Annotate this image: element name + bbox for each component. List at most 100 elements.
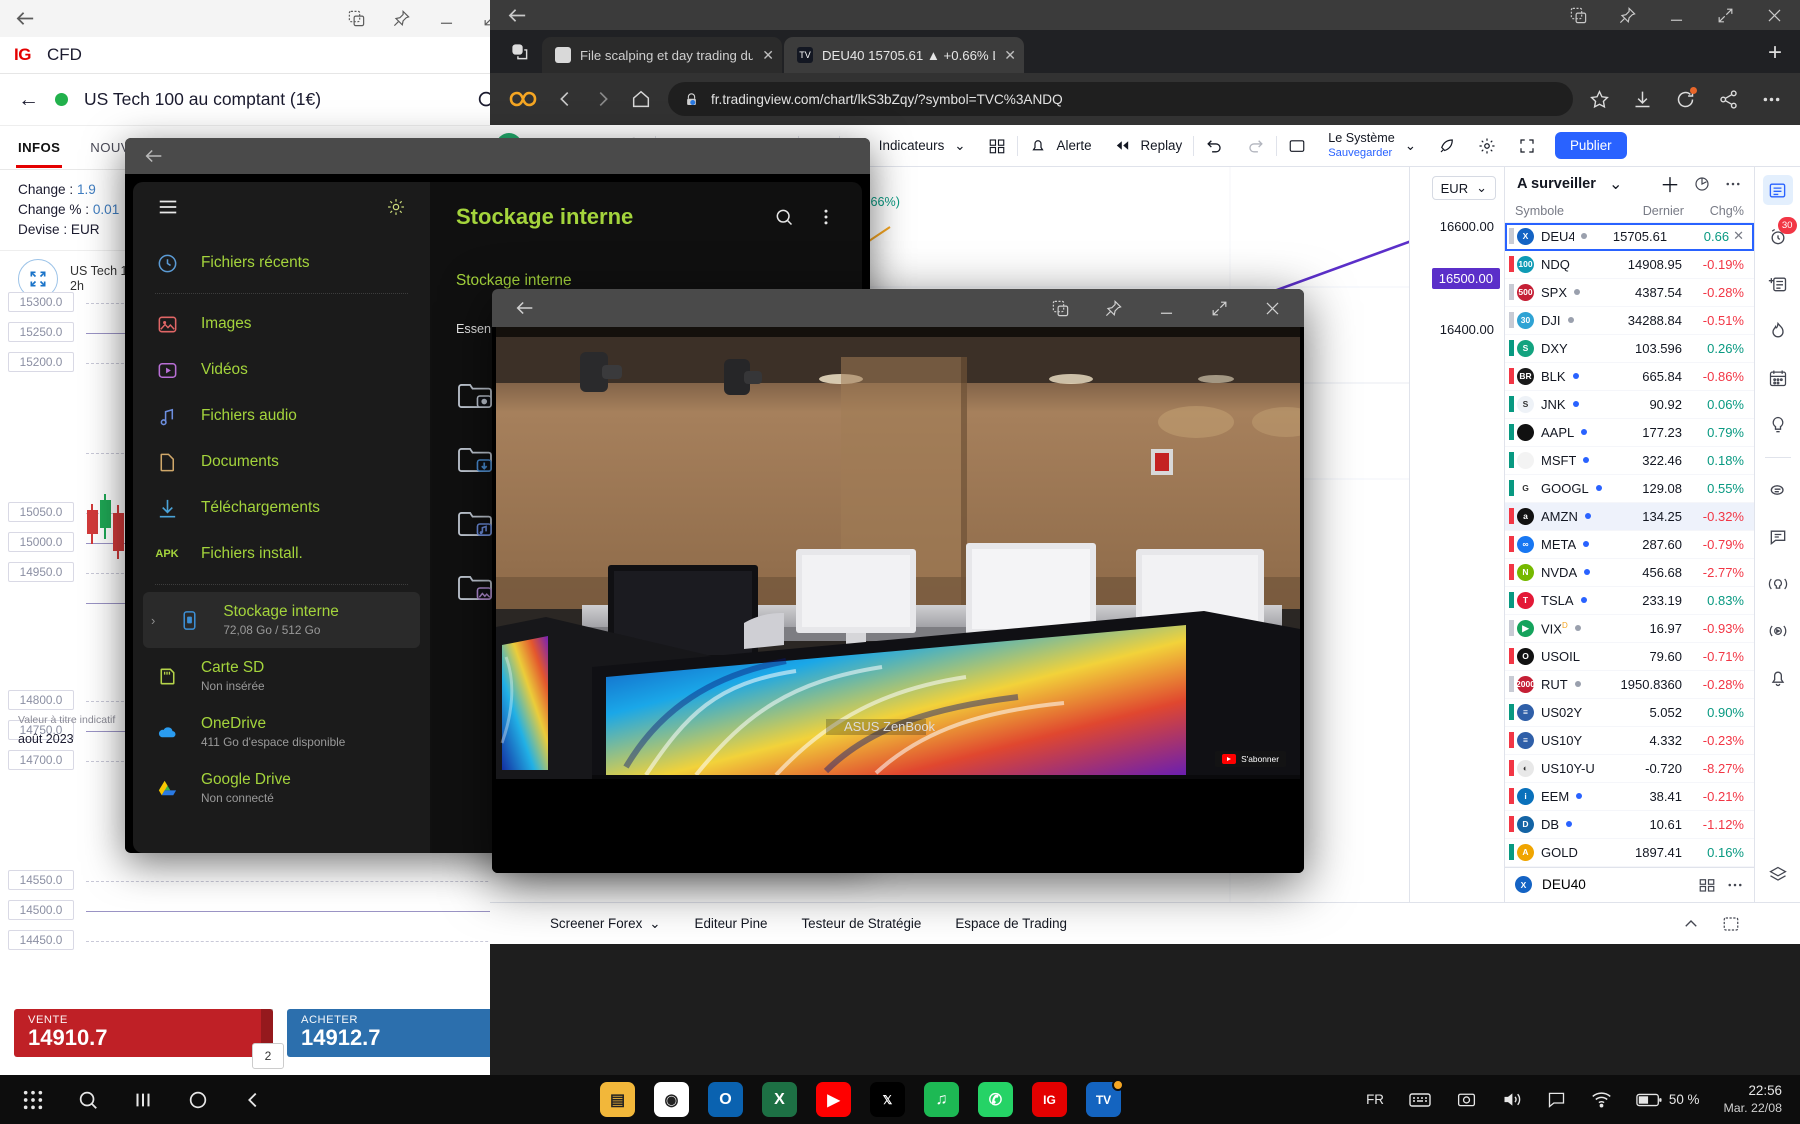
snap-layout-icon[interactable] — [1051, 299, 1070, 318]
search-icon[interactable] — [774, 207, 794, 227]
layout-icon[interactable] — [1277, 125, 1317, 166]
file-manager-nav-item[interactable]: Images — [133, 301, 430, 347]
add-note-rail-icon[interactable] — [1763, 269, 1793, 299]
new-tab-button[interactable]: + — [1768, 41, 1782, 73]
minimize-icon[interactable] — [1157, 299, 1176, 318]
expand-panel-icon[interactable] — [1722, 915, 1740, 933]
file-manager-nav-item[interactable]: Documents — [133, 439, 430, 485]
watchlist-row[interactable]: 2000RUT1950.8360-0.28% — [1505, 671, 1754, 699]
overflow-menu-icon[interactable] — [816, 207, 836, 227]
watchlist-share-icon[interactable] — [1693, 175, 1711, 193]
back-arrow-icon[interactable] — [143, 145, 165, 167]
watchlist-row[interactable]: DDB10.61-1.12% — [1505, 811, 1754, 839]
watchlist-row[interactable]: XDEU4015705.610.66✕ — [1505, 223, 1754, 251]
screenshot-icon[interactable] — [1456, 1089, 1477, 1110]
watchlist-row[interactable]: SDXY103.5960.26% — [1505, 335, 1754, 363]
url-bar-input[interactable]: fr.tradingview.com/chart/lkS3bZqy/?symbo… — [668, 82, 1573, 116]
ig-back-arrow-icon[interactable] — [14, 7, 37, 30]
watchlist-row[interactable]: 500SPX4387.54-0.28% — [1505, 279, 1754, 307]
start-button-icon[interactable] — [22, 1089, 44, 1111]
watchlist-row[interactable]: ▶VIXD16.97-0.93% — [1505, 615, 1754, 643]
taskbar-app-file-explorer[interactable]: ▤ — [600, 1082, 635, 1117]
calendar-rail-icon[interactable] — [1763, 363, 1793, 393]
file-manager-nav-item[interactable]: ›Stockage interne72,08 Go / 512 Go — [143, 592, 420, 648]
hotlist-rail-icon[interactable] — [1763, 316, 1793, 346]
taskbar-app-spotify[interactable]: ♫ — [924, 1082, 959, 1117]
snap-layout-icon[interactable] — [1569, 6, 1588, 25]
back-arrow-icon[interactable]: ← — [18, 88, 39, 112]
download-icon[interactable] — [1632, 89, 1653, 110]
remove-symbol-icon[interactable]: ✕ — [1733, 228, 1744, 244]
watchlist-row[interactable]: 100NDQ14908.95-0.19% — [1505, 251, 1754, 279]
watchlist-row[interactable]: AAPL177.230.79% — [1505, 419, 1754, 447]
watchlist-row[interactable]: SJNK90.920.06% — [1505, 391, 1754, 419]
watchlist-row[interactable]: ∞META287.60-0.79% — [1505, 531, 1754, 559]
settings-gear-icon[interactable] — [386, 197, 406, 217]
watchlist-rail-icon[interactable] — [1763, 175, 1793, 205]
notifications-rail-icon[interactable] — [1763, 663, 1793, 693]
snap-layout-icon[interactable] — [347, 9, 366, 28]
layouts-icon[interactable] — [977, 125, 1017, 166]
language-indicator[interactable]: FR — [1366, 1092, 1384, 1107]
file-manager-nav-item[interactable]: OneDrive411 Go d'espace disponible — [133, 704, 430, 760]
reload-icon[interactable] — [1675, 89, 1696, 110]
chevron-down-icon[interactable]: ⌄ — [954, 138, 965, 154]
undo-icon[interactable] — [1194, 125, 1235, 166]
home-circle-icon[interactable] — [187, 1089, 209, 1111]
bottom-tab-pine[interactable]: Editeur Pine — [695, 916, 768, 931]
alerts-rail-icon[interactable]: 30 — [1763, 222, 1793, 252]
col-chg[interactable]: Chg% — [1684, 204, 1744, 218]
chat-rail-icon[interactable] — [1763, 475, 1793, 505]
expand-chevron-icon[interactable]: › — [151, 613, 155, 628]
battery-indicator[interactable]: 50 % — [1636, 1092, 1700, 1107]
watchlist-row[interactable]: MSFT322.460.18% — [1505, 447, 1754, 475]
chevron-down-icon[interactable]: ⌄ — [1609, 174, 1622, 194]
maximize-icon[interactable] — [1716, 6, 1735, 25]
file-manager-nav-item[interactable]: Vidéos — [133, 347, 430, 393]
share-icon[interactable] — [1718, 89, 1739, 110]
video-frame[interactable]: ASUS ZenBook S'abonner — [496, 327, 1300, 779]
chevron-down-icon[interactable]: ⌄ — [1405, 138, 1416, 154]
watchlist-row[interactable]: OUSOIL79.60-0.71% — [1505, 643, 1754, 671]
layout-name-block[interactable]: Le Système Sauvegarder ⌄ — [1317, 125, 1427, 166]
back-icon[interactable] — [242, 1089, 264, 1111]
broadcast-rail-icon[interactable] — [1763, 569, 1793, 599]
watchlist-row[interactable]: TTSLA233.190.83% — [1505, 587, 1754, 615]
close-icon[interactable] — [1263, 299, 1282, 318]
watchlist-row[interactable]: aAMZN134.25-0.32% — [1505, 503, 1754, 531]
file-manager-nav-item[interactable]: Fichiers audio — [133, 393, 430, 439]
bookmark-star-icon[interactable] — [1589, 89, 1610, 110]
layers-rail-icon[interactable] — [1763, 860, 1793, 890]
watchlist-more-icon[interactable] — [1724, 175, 1742, 193]
sell-button[interactable]: VENTE 14910.7 — [14, 1009, 273, 1057]
taskbar-app-youtube[interactable]: ▶ — [816, 1082, 851, 1117]
close-tab-icon[interactable]: ✕ — [762, 47, 774, 64]
grid-view-icon[interactable] — [1698, 876, 1716, 894]
bottom-tab-screener[interactable]: Screener Forex ⌄ — [550, 916, 661, 932]
watchlist-row[interactable]: 30DJI34288.84-0.51% — [1505, 307, 1754, 335]
watchlist-row[interactable]: AGOLD1897.410.16% — [1505, 839, 1754, 867]
tv-price-axis[interactable]: EUR⌄ 16600.00 16500.00 16400.00 — [1409, 167, 1504, 902]
maximize-icon[interactable] — [1210, 299, 1229, 318]
watchlist-row[interactable]: ≡US02Y5.0520.90% — [1505, 699, 1754, 727]
bottom-tab-strategy[interactable]: Testeur de Stratégie — [801, 916, 921, 931]
add-symbol-button[interactable]: ＋ — [1660, 169, 1680, 198]
taskbar-app-ig-app[interactable]: IG — [1032, 1082, 1067, 1117]
chat-icon[interactable] — [1546, 1089, 1567, 1110]
home-icon[interactable] — [630, 88, 652, 110]
pin-icon[interactable] — [1618, 6, 1637, 25]
taskbar-app-chrome[interactable]: ◉ — [654, 1082, 689, 1117]
browser-tab-1[interactable]: File scalping et day trading du m ✕ — [542, 37, 782, 73]
fullscreen-icon[interactable] — [1507, 125, 1547, 166]
streams-rail-icon[interactable] — [1763, 616, 1793, 646]
browser-back-arrow-icon[interactable] — [506, 4, 529, 27]
taskbar-app-tradingview-app[interactable]: TV — [1086, 1082, 1121, 1117]
watchlist-row[interactable]: NNVDA456.68-2.77% — [1505, 559, 1754, 587]
comments-rail-icon[interactable] — [1763, 522, 1793, 552]
bottom-tab-trading[interactable]: Espace de Trading — [955, 916, 1067, 931]
browser-tab-2[interactable]: TV DEU40 15705.61 ▲ +0.66% Le S ✕ — [784, 37, 1024, 73]
watchlist-row[interactable]: iEEM38.41-0.21% — [1505, 783, 1754, 811]
file-manager-nav-item[interactable]: Google DriveNon connecté — [133, 760, 430, 816]
back-arrow-icon[interactable] — [514, 297, 536, 319]
search-icon[interactable] — [77, 1089, 99, 1111]
